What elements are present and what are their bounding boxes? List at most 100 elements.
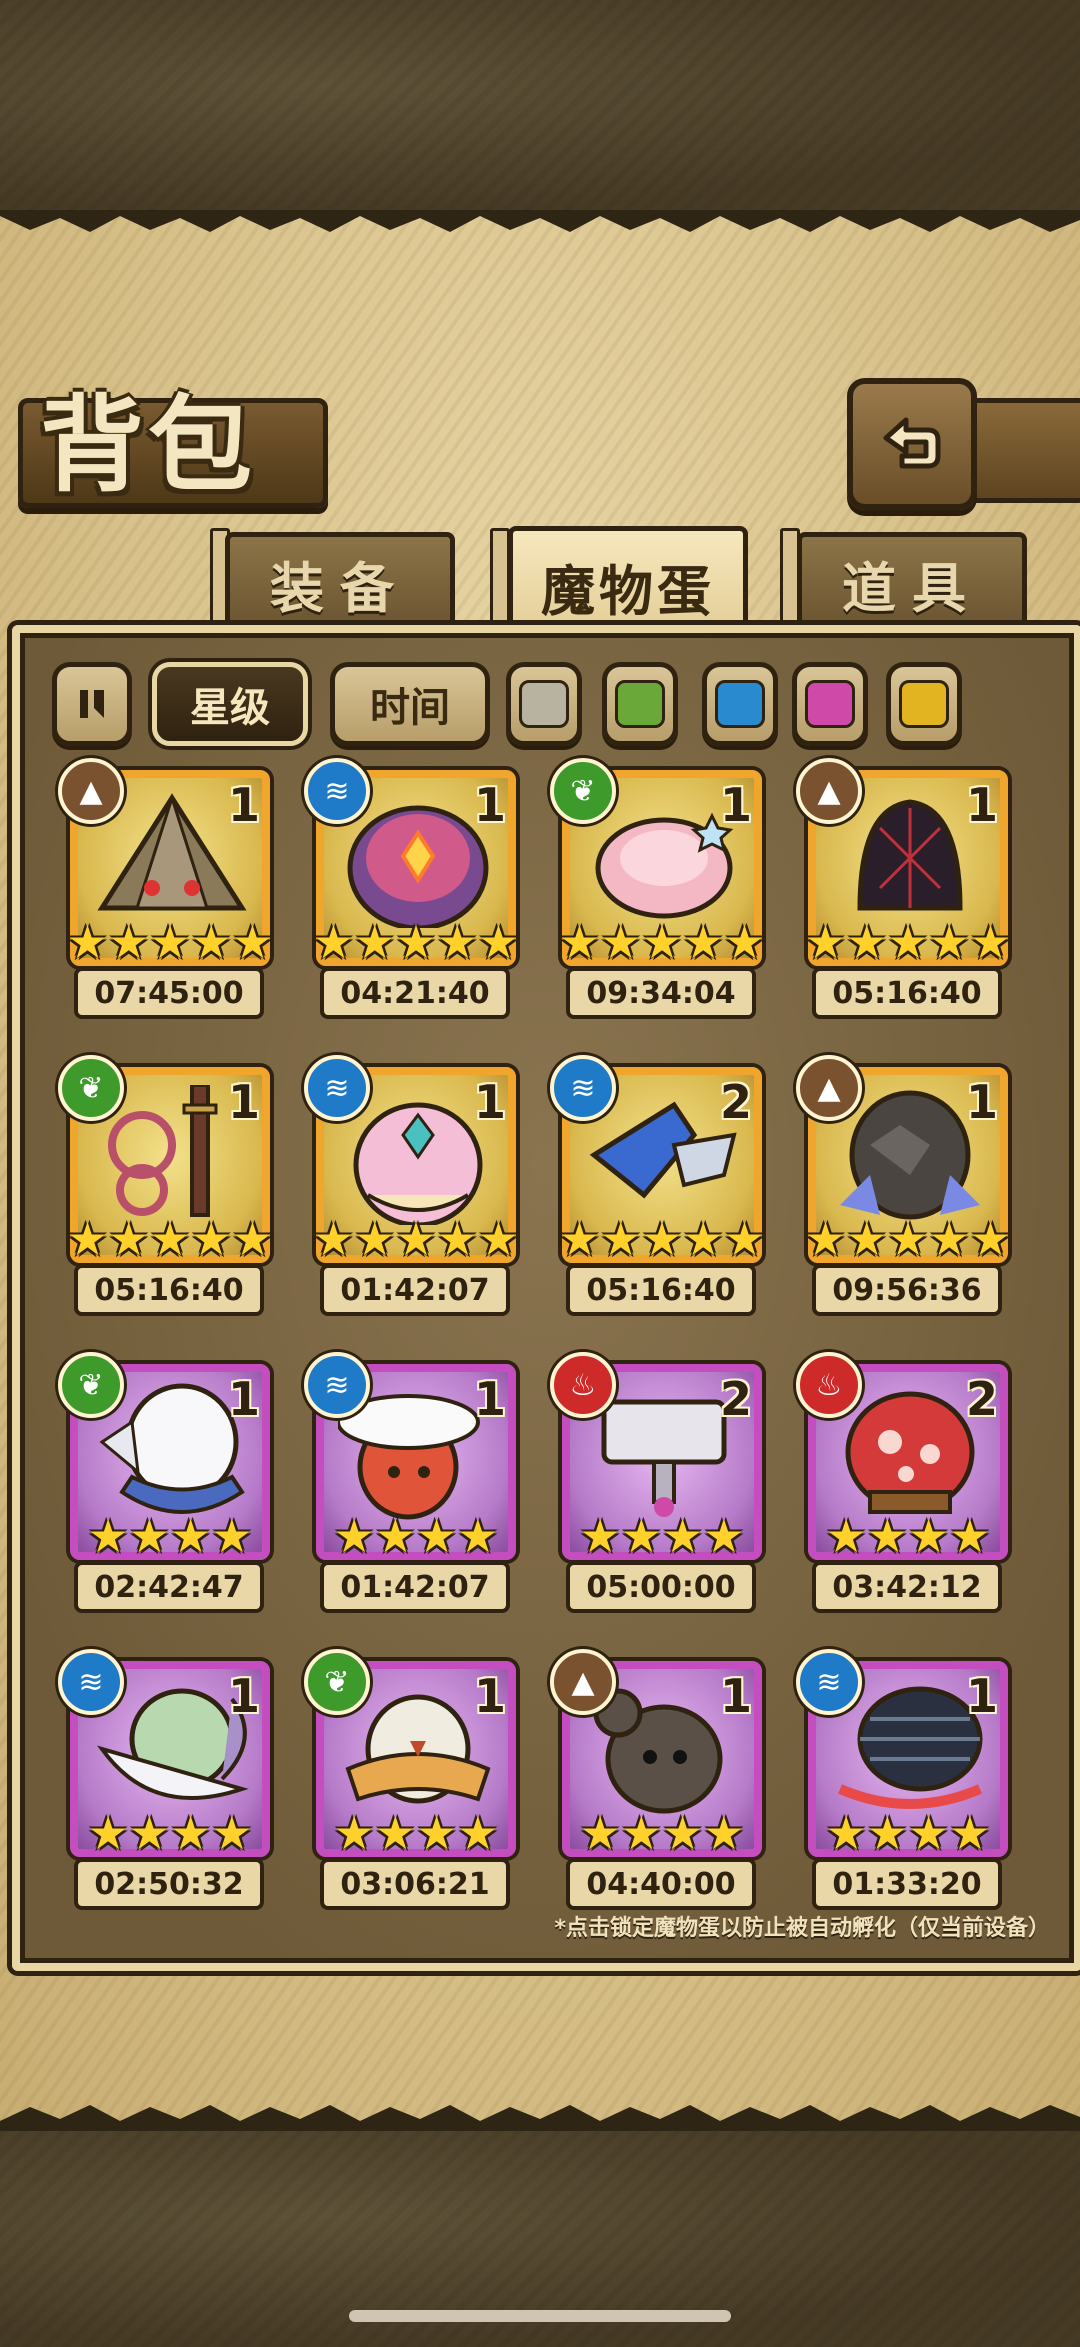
plant-element-icon: ❦ <box>550 758 616 824</box>
hatch-timer: 05:16:40 <box>812 967 1002 1019</box>
water-element-icon: ≋ <box>304 758 370 824</box>
star-rating: ★★★★★ <box>66 915 274 969</box>
egg-card[interactable]: 1 ★★★★★ 09:34:04 ❦ <box>550 758 766 1019</box>
home-indicator[interactable] <box>349 2310 731 2322</box>
egg-count: 1 <box>965 1075 998 1129</box>
star-rating: ★★★★ <box>579 1806 745 1860</box>
hatch-timer: 05:00:00 <box>566 1561 756 1613</box>
hatch-timer: 04:40:00 <box>566 1858 756 1910</box>
hatch-timer: 04:21:40 <box>320 967 510 1019</box>
star-rating: ★★★★ <box>333 1806 499 1860</box>
gold-swatch <box>899 680 949 728</box>
purple-swatch <box>805 680 855 728</box>
egg-card[interactable]: 2 ★★★★ 05:00:00 ♨ <box>550 1352 762 1613</box>
plant-element-icon: ❦ <box>58 1055 124 1121</box>
star-rating: ★★★★★ <box>558 1212 766 1266</box>
egg-count: 1 <box>965 1669 998 1723</box>
hatch-timer: 02:50:32 <box>74 1858 264 1910</box>
hatch-timer: 07:45:00 <box>74 967 264 1019</box>
sort-by-star-button[interactable]: 星级 <box>152 662 308 746</box>
star-rating: ★★★★ <box>579 1509 745 1563</box>
filter-green-button[interactable] <box>602 662 678 746</box>
sort-by-time-button[interactable]: 时间 <box>330 662 490 746</box>
egg-card[interactable]: 2 ★★★★★ 05:16:40 ≋ <box>550 1055 766 1316</box>
hatch-timer: 02:42:47 <box>74 1561 264 1613</box>
filter-grey-button[interactable] <box>506 662 582 746</box>
egg-card[interactable]: 1 ★★★★ 01:42:07 ≋ <box>304 1352 516 1613</box>
star-rating: ★★★★ <box>333 1509 499 1563</box>
tab-divider <box>490 528 510 634</box>
hatch-timer: 05:16:40 <box>74 1264 264 1316</box>
filter-gold-button[interactable] <box>886 662 962 746</box>
star-rating: ★★★★★ <box>804 915 1012 969</box>
egg-count: 2 <box>719 1075 752 1129</box>
egg-card[interactable]: 2 ★★★★ 03:42:12 ♨ <box>796 1352 1008 1613</box>
return-arrow-icon <box>883 417 941 469</box>
back-button[interactable] <box>847 378 977 510</box>
torn-edge-bottom <box>0 2105 1080 2127</box>
hatch-timer: 03:06:21 <box>320 1858 510 1910</box>
egg-card[interactable]: 1 ★★★★★ 01:42:07 ≋ <box>304 1055 520 1316</box>
earth-element-icon: ▲ <box>796 758 862 824</box>
egg-count: 1 <box>473 1372 506 1426</box>
hatch-timer: 05:16:40 <box>566 1264 756 1316</box>
egg-count: 1 <box>473 1669 506 1723</box>
fire-element-icon: ♨ <box>550 1352 616 1418</box>
egg-count: 1 <box>227 1075 260 1129</box>
plant-element-icon: ❦ <box>58 1352 124 1418</box>
egg-card[interactable]: 1 ★★★★ 02:42:47 ❦ <box>58 1352 270 1613</box>
egg-card[interactable]: 1 ★★★★★ 09:56:36 ▲ <box>796 1055 1012 1316</box>
earth-element-icon: ▲ <box>58 758 124 824</box>
hatch-timer: 01:42:07 <box>320 1264 510 1316</box>
lock-hint: *点击锁定魔物蛋以防止被自动孵化（仅当前设备） <box>554 1916 1050 1941</box>
egg-count: 1 <box>473 778 506 832</box>
egg-card[interactable]: 1 ★★★★★ 05:16:40 ▲ <box>796 758 1012 1019</box>
fire-element-icon: ♨ <box>796 1352 862 1418</box>
page-title: 背包 <box>40 383 257 506</box>
egg-count: 2 <box>719 1372 752 1426</box>
star-rating: ★★★★★ <box>312 1212 520 1266</box>
egg-count: 1 <box>719 1669 752 1723</box>
egg-card[interactable]: 1 ★★★★ 03:06:21 ❦ <box>304 1649 516 1910</box>
tab-equipment[interactable]: 装备 <box>225 532 455 629</box>
egg-count: 1 <box>227 778 260 832</box>
star-rating: ★★★★ <box>87 1509 253 1563</box>
star-rating: ★★★★★ <box>804 1212 1012 1266</box>
water-element-icon: ≋ <box>304 1352 370 1418</box>
egg-card[interactable]: 1 ★★★★ 02:50:32 ≋ <box>58 1649 270 1910</box>
star-rating: ★★★★★ <box>558 915 766 969</box>
blue-swatch <box>715 680 765 728</box>
egg-count: 1 <box>227 1372 260 1426</box>
egg-card[interactable]: 1 ★★★★ 01:33:20 ≋ <box>796 1649 1008 1910</box>
star-rating: ★★★★★ <box>66 1212 274 1266</box>
green-swatch <box>615 680 665 728</box>
star-rating: ★★★★ <box>87 1806 253 1860</box>
grey-swatch <box>519 680 569 728</box>
hatch-timer: 09:56:36 <box>812 1264 1002 1316</box>
tab-monster-eggs[interactable]: 魔物蛋 <box>508 526 748 641</box>
star-rating: ★★★★ <box>825 1806 991 1860</box>
water-element-icon: ≋ <box>58 1649 124 1715</box>
egg-card[interactable]: 1 ★★★★★ 05:16:40 ❦ <box>58 1055 274 1316</box>
egg-count: 2 <box>965 1372 998 1426</box>
star-rating: ★★★★★ <box>312 915 520 969</box>
hatch-timer: 01:42:07 <box>320 1561 510 1613</box>
water-element-icon: ≋ <box>304 1055 370 1121</box>
water-element-icon: ≋ <box>796 1649 862 1715</box>
filter-blue-button[interactable] <box>702 662 778 746</box>
water-element-icon: ≋ <box>550 1055 616 1121</box>
egg-count: 1 <box>965 778 998 832</box>
earth-element-icon: ▲ <box>796 1055 862 1121</box>
egg-count: 1 <box>473 1075 506 1129</box>
star-rating: ★★★★ <box>825 1509 991 1563</box>
sort-order-button[interactable] <box>52 662 132 746</box>
top-map-band <box>0 0 1080 221</box>
egg-card[interactable]: 1 ★★★★ 04:40:00 ▲ <box>550 1649 762 1910</box>
tab-items[interactable]: 道具 <box>797 532 1027 629</box>
egg-count: 1 <box>719 778 752 832</box>
egg-card[interactable]: 1 ★★★★★ 04:21:40 ≋ <box>304 758 520 1019</box>
sort-toggle-icon <box>80 690 104 718</box>
egg-card[interactable]: 1 ★★★★★ 07:45:00 ▲ <box>58 758 274 1019</box>
filter-purple-button[interactable] <box>792 662 868 746</box>
hatch-timer: 09:34:04 <box>566 967 756 1019</box>
